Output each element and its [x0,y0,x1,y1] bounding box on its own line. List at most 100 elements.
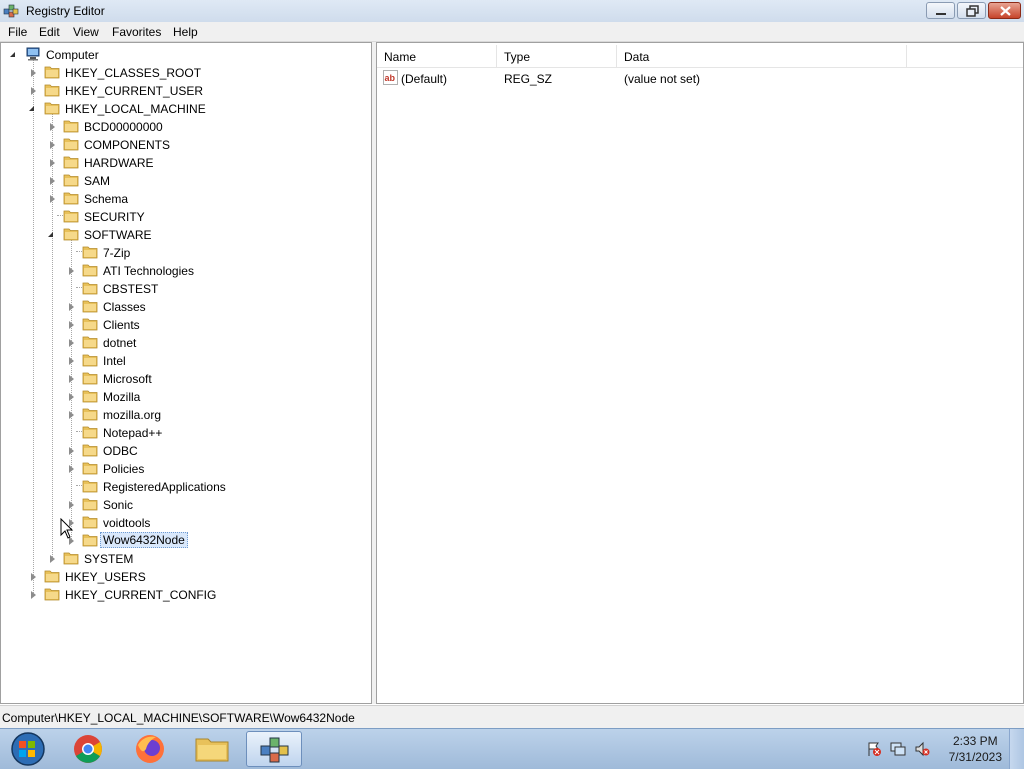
tree-label: HKEY_LOCAL_MACHINE [65,102,206,116]
collapsed-arrow-icon[interactable] [50,159,55,167]
folder-icon [82,407,98,421]
tree-node-odbc[interactable]: ODBC [1,441,371,459]
start-button[interactable] [2,731,54,767]
tree-node-sonic[interactable]: Sonic [1,495,371,513]
tree-node-hkey-local-machine[interactable]: HKEY_LOCAL_MACHINE [1,99,371,117]
tree-node-voidtools[interactable]: voidtools [1,513,371,531]
show-desktop-button[interactable] [1009,729,1024,769]
folder-icon [82,371,98,385]
column-header-name[interactable]: Name [377,45,497,67]
collapsed-arrow-icon[interactable] [69,465,74,473]
collapsed-arrow-icon[interactable] [69,375,74,383]
restore-button[interactable] [957,2,986,19]
menu-favorites[interactable]: Favorites [112,25,161,39]
taskbar-chrome[interactable] [60,731,116,767]
tree-node-dotnet[interactable]: dotnet [1,333,371,351]
action-center-flag-icon[interactable] [866,741,882,757]
column-header-data[interactable]: Data [617,45,907,67]
collapsed-arrow-icon[interactable] [69,411,74,419]
tree-node-classes[interactable]: Classes [1,297,371,315]
tree-node-software[interactable]: SOFTWARE [1,225,371,243]
tree-label: Clients [103,318,140,332]
taskbar-registry-editor[interactable] [246,731,302,767]
collapsed-arrow-icon[interactable] [69,321,74,329]
menu-view[interactable]: View [73,25,99,39]
tree-node-notepad-[interactable]: Notepad++ [1,423,371,441]
folder-icon [82,425,98,439]
tree-node-microsoft[interactable]: Microsoft [1,369,371,387]
tree-node-wow6432node[interactable]: Wow6432Node [1,531,371,549]
tree-node-hkey-classes-root[interactable]: HKEY_CLASSES_ROOT [1,63,371,81]
clock-date: 7/31/2023 [948,750,1002,764]
tree-node-bcd00000000[interactable]: BCD00000000 [1,117,371,135]
tree-node-mozilla[interactable]: Mozilla [1,387,371,405]
tree-node-schema[interactable]: Schema [1,189,371,207]
collapsed-arrow-icon[interactable] [31,591,36,599]
close-button[interactable] [988,2,1021,19]
tree-node-hardware[interactable]: HARDWARE [1,153,371,171]
tree-node-system[interactable]: SYSTEM [1,549,371,567]
column-header-type[interactable]: Type [497,45,617,67]
tree-node-registeredapplications[interactable]: RegisteredApplications [1,477,371,495]
collapsed-arrow-icon[interactable] [50,123,55,131]
tree-node-mozilla-org[interactable]: mozilla.org [1,405,371,423]
tree-label: ATI Technologies [103,264,194,278]
folder-icon [195,738,229,762]
tree-label: mozilla.org [103,408,162,422]
volume-muted-icon[interactable] [914,741,930,757]
tree-node-clients[interactable]: Clients [1,315,371,333]
expanded-arrow-icon[interactable] [29,106,34,111]
collapsed-arrow-icon[interactable] [69,303,74,311]
tree-node-ati-technologies[interactable]: ATI Technologies [1,261,371,279]
taskbar-firefox[interactable] [122,731,178,767]
registry-editor-icon [260,737,289,763]
title-bar[interactable]: Registry Editor [0,0,1024,23]
list-row-default[interactable]: ab (Default) REG_SZ (value not set) [377,69,1023,87]
tree-node-components[interactable]: COMPONENTS [1,135,371,153]
collapsed-arrow-icon[interactable] [31,87,36,95]
status-path: Computer\HKEY_LOCAL_MACHINE\SOFTWARE\Wow… [2,711,355,725]
tree-node-policies[interactable]: Policies [1,459,371,477]
registry-values-pane[interactable]: Name Type Data ab (Default) REG_SZ (valu… [376,42,1024,704]
chrome-icon [74,735,102,763]
tree-node-intel[interactable]: Intel [1,351,371,369]
tree-label: dotnet [103,336,137,350]
tree-node-computer[interactable]: Computer [1,45,371,63]
collapsed-arrow-icon[interactable] [50,555,55,563]
collapsed-arrow-icon[interactable] [69,393,74,401]
collapsed-arrow-icon[interactable] [69,501,74,509]
tree-node-hkey-current-user[interactable]: HKEY_CURRENT_USER [1,81,371,99]
menu-edit[interactable]: Edit [39,25,60,39]
collapsed-arrow-icon[interactable] [50,195,55,203]
tree-node-hkey-current-config[interactable]: HKEY_CURRENT_CONFIG [1,585,371,603]
collapsed-arrow-icon[interactable] [50,177,55,185]
collapsed-arrow-icon[interactable] [69,357,74,365]
tree-node-sam[interactable]: SAM [1,171,371,189]
collapsed-arrow-icon[interactable] [50,141,55,149]
system-clock[interactable]: 2:33 PM 7/31/2023 [949,733,1002,765]
folder-icon [82,281,98,295]
menu-help[interactable]: Help [173,25,198,39]
collapsed-arrow-icon[interactable] [69,447,74,455]
folder-icon [63,227,79,241]
folder-icon [44,587,60,601]
network-icon[interactable] [890,741,906,757]
menu-file[interactable]: File [8,25,27,39]
expanded-arrow-icon[interactable] [10,52,15,57]
windows-start-orb-icon [11,732,45,766]
tree-node-cbstest[interactable]: CBSTEST [1,279,371,297]
tree-node-7-zip[interactable]: 7-Zip [1,243,371,261]
collapsed-arrow-icon[interactable] [69,267,74,275]
collapsed-arrow-icon[interactable] [31,69,36,77]
folder-icon [82,515,98,529]
expanded-arrow-icon[interactable] [48,232,53,237]
minimize-button[interactable] [926,2,955,19]
tree-node-security[interactable]: SECURITY [1,207,371,225]
taskbar-file-explorer[interactable] [184,731,240,767]
registry-tree-pane[interactable]: Computer HKEY_CLASSES_ROOT HKEY_CURRENT_U… [0,42,372,704]
collapsed-arrow-icon[interactable] [31,573,36,581]
collapsed-arrow-icon[interactable] [69,339,74,347]
registry-editor-icon [3,4,19,18]
tree-node-hkey-users[interactable]: HKEY_USERS [1,567,371,585]
tree-label: SECURITY [84,210,145,224]
